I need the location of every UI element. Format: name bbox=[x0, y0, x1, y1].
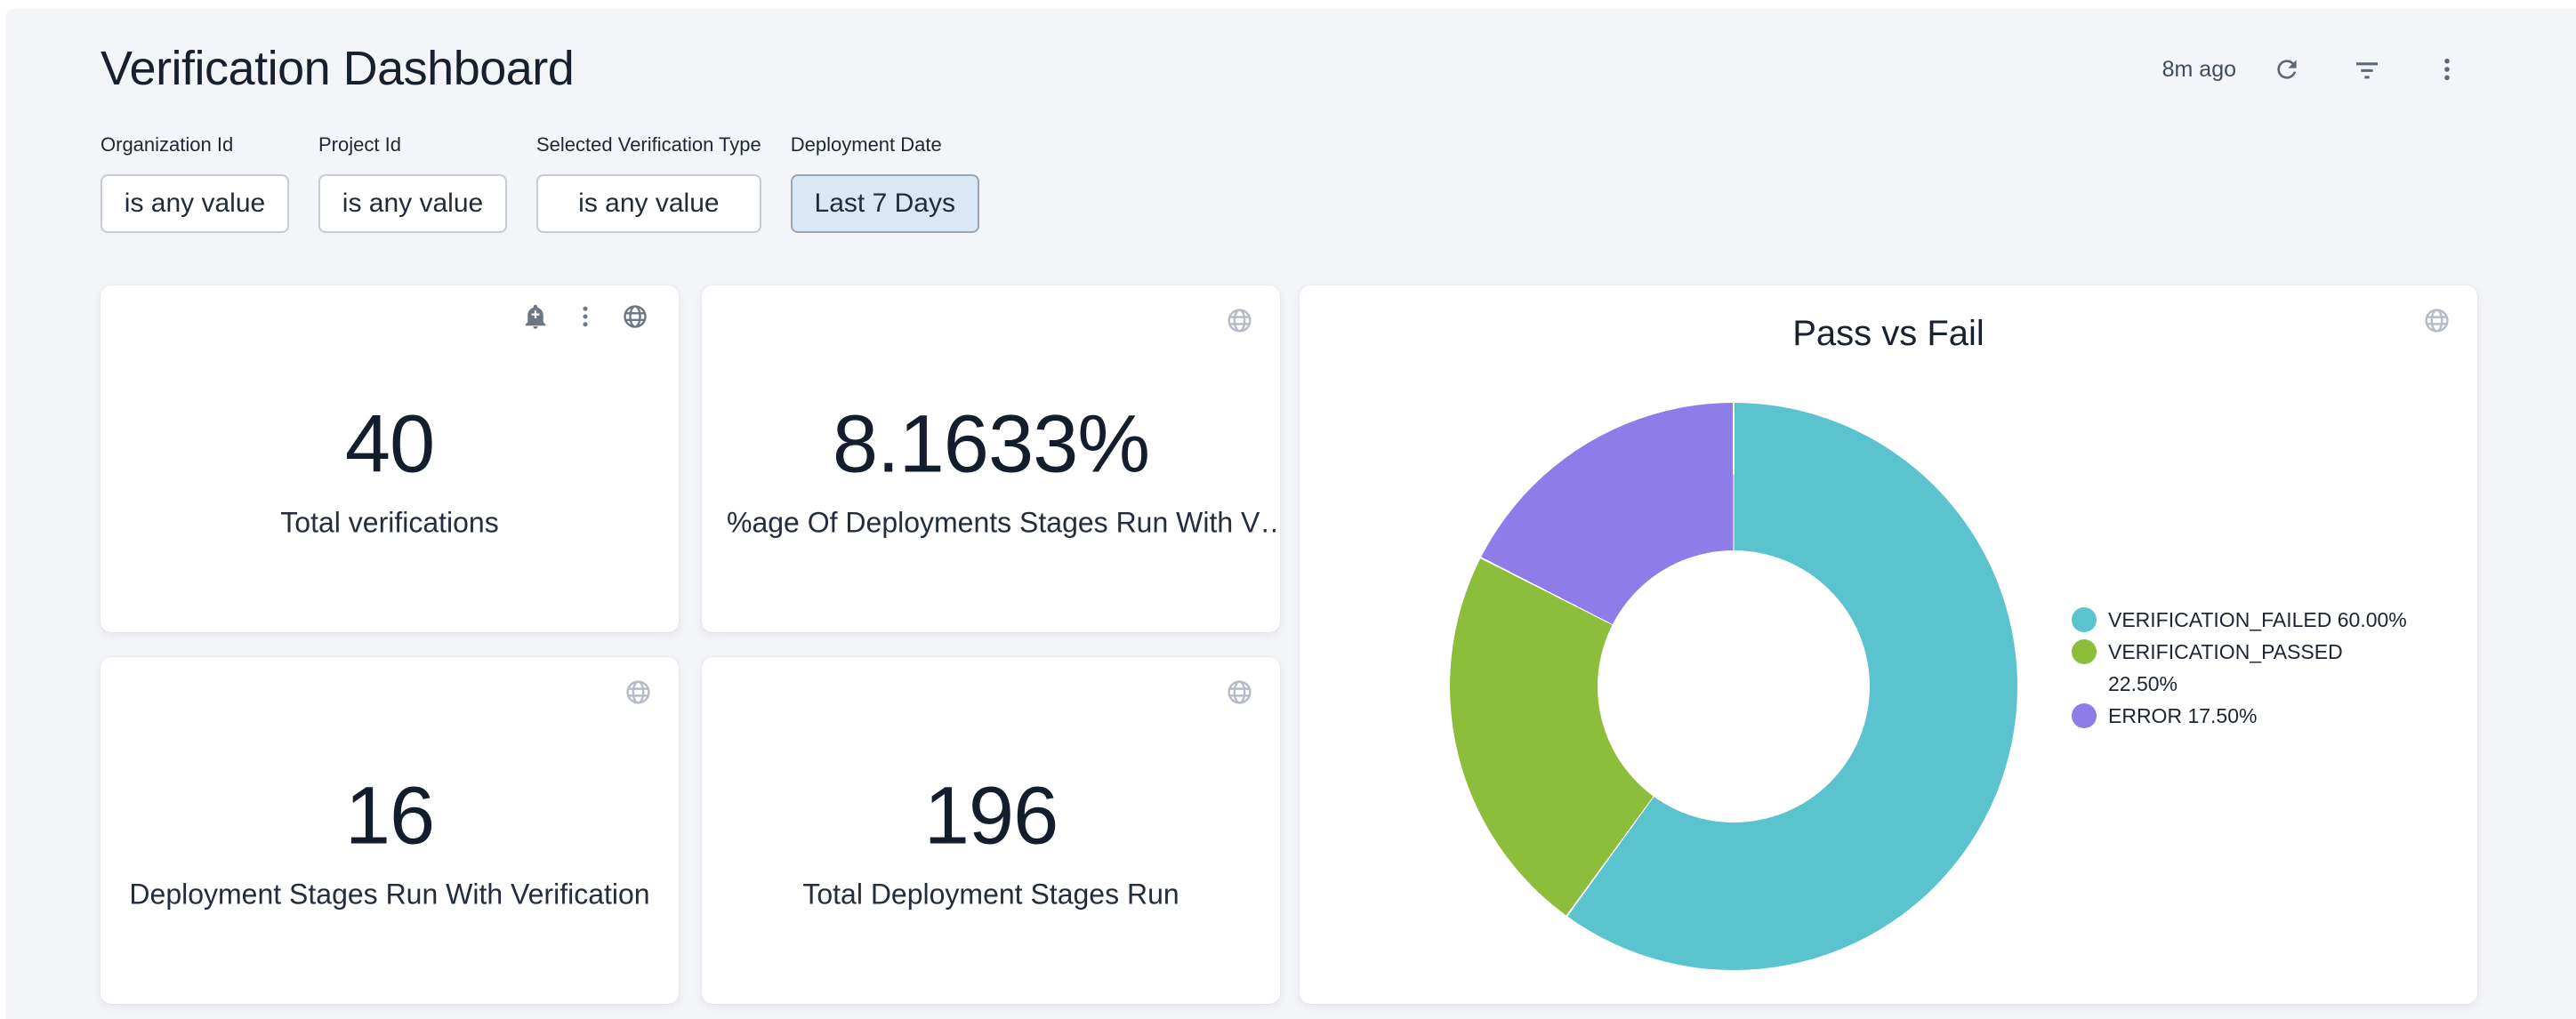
donut-chart-pass-vs-fail[interactable] bbox=[1450, 403, 2017, 970]
filter-list-icon bbox=[2353, 55, 2381, 84]
legend-swatch bbox=[2072, 703, 2097, 728]
filter-label: Selected Verification Type bbox=[536, 133, 761, 156]
legend-item-verification-passed[interactable]: VERIFICATION_PASSED 22.50% bbox=[2072, 636, 2418, 700]
filter-value-chip-verification-type[interactable]: is any value bbox=[536, 174, 761, 233]
legend-swatch bbox=[2072, 639, 2097, 664]
legend-label: ERROR 17.50% bbox=[2108, 700, 2257, 732]
legend-swatch bbox=[2072, 607, 2097, 632]
kpi-value: 196 bbox=[702, 770, 1280, 863]
kpi-label: Deployment Stages Run With Verification bbox=[101, 879, 679, 911]
kebab-menu-icon[interactable] bbox=[572, 303, 599, 330]
filter-organization-id: Organization Id is any value bbox=[101, 133, 289, 233]
filter-bar: Organization Id is any value Project Id … bbox=[101, 133, 979, 233]
filter-value-chip-deployment-date[interactable]: Last 7 Days bbox=[791, 174, 979, 233]
dashboard-menu-button[interactable] bbox=[2432, 54, 2462, 84]
filter-deployment-date: Deployment Date Last 7 Days bbox=[791, 133, 979, 233]
kpi-label: %age Of Deployments Stages Run With V… bbox=[702, 507, 1280, 540]
refresh-button[interactable] bbox=[2272, 54, 2302, 84]
filter-value-chip-project-id[interactable]: is any value bbox=[318, 174, 507, 233]
kpi-tile-total-verifications: 40 Total verifications bbox=[101, 285, 679, 632]
legend-label: VERIFICATION_FAILED 60.00% bbox=[2108, 604, 2407, 636]
legend-label: VERIFICATION_PASSED 22.50% bbox=[2108, 636, 2418, 700]
filter-label: Project Id bbox=[318, 133, 507, 156]
legend-item-verification-failed[interactable]: VERIFICATION_FAILED 60.00% bbox=[2072, 604, 2418, 636]
page-title: Verification Dashboard bbox=[101, 41, 574, 96]
kpi-label: Total verifications bbox=[101, 507, 679, 540]
globe-icon[interactable] bbox=[622, 303, 648, 330]
filter-project-id: Project Id is any value bbox=[318, 133, 507, 233]
filter-toggle-button[interactable] bbox=[2352, 54, 2382, 84]
kpi-value: 8.1633% bbox=[702, 398, 1280, 492]
kpi-label: Total Deployment Stages Run bbox=[702, 879, 1280, 911]
chart-legend: VERIFICATION_FAILED 60.00% VERIFICATION_… bbox=[2072, 604, 2418, 732]
dashboard-content-area: Verification Dashboard 8m ago Organizati… bbox=[5, 9, 2576, 1019]
chart-title: Pass vs Fail bbox=[1300, 314, 2477, 354]
kebab-menu-icon bbox=[2433, 55, 2461, 84]
last-updated-timestamp: 8m ago bbox=[2162, 57, 2236, 83]
chart-tile-pass-vs-fail: Pass vs Fail VERIFICATION_FAILED 60.00% … bbox=[1300, 285, 2477, 1004]
kpi-value: 40 bbox=[101, 398, 679, 492]
legend-item-error[interactable]: ERROR 17.50% bbox=[2072, 700, 2418, 732]
globe-icon[interactable] bbox=[624, 678, 652, 706]
filter-selected-verification-type: Selected Verification Type is any value bbox=[536, 133, 761, 233]
filter-label: Organization Id bbox=[101, 133, 289, 156]
add-alert-icon[interactable] bbox=[522, 303, 549, 330]
refresh-icon bbox=[2273, 55, 2301, 84]
verification-dashboard-page: { "header": { "title": "Verification Das… bbox=[0, 0, 2576, 1019]
filter-value-chip-organization-id[interactable]: is any value bbox=[101, 174, 289, 233]
header-controls: 8m ago bbox=[2162, 50, 2462, 89]
filter-label: Deployment Date bbox=[791, 133, 979, 156]
kpi-value: 16 bbox=[101, 770, 679, 863]
kpi-tile-total-stages-run: 196 Total Deployment Stages Run bbox=[702, 657, 1280, 1004]
kpi-tile-pct-stages-with-verification: 8.1633% %age Of Deployments Stages Run W… bbox=[702, 285, 1280, 632]
tile-action-icons bbox=[522, 303, 648, 330]
globe-icon[interactable] bbox=[1226, 307, 1253, 334]
globe-icon[interactable] bbox=[1226, 678, 1253, 706]
kpi-tile-stages-run-with-verification: 16 Deployment Stages Run With Verificati… bbox=[101, 657, 679, 1004]
